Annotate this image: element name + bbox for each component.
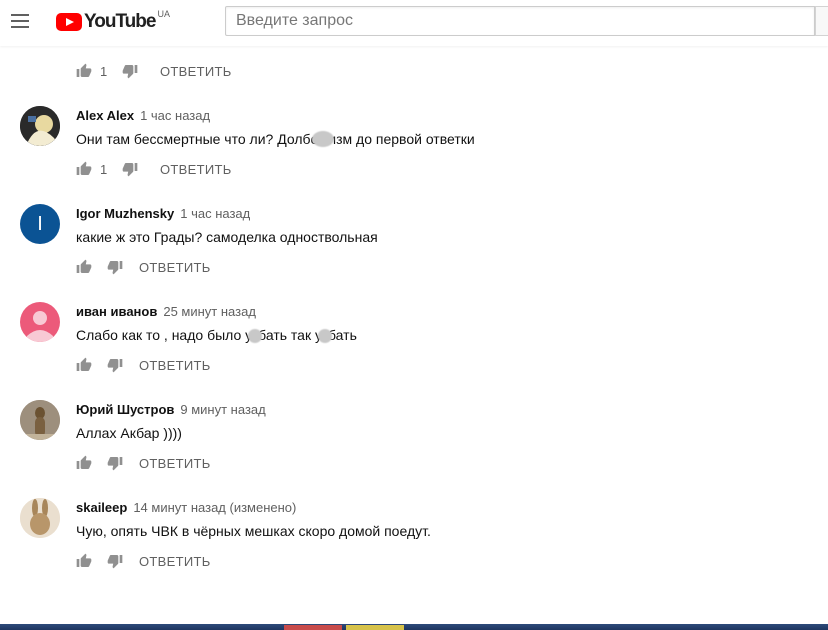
comment-time[interactable]: 1 час назад (140, 108, 210, 123)
comment-text-part: какие ж это Грады? самоделка одноствольн… (76, 229, 378, 245)
thumbs-up-icon[interactable] (76, 161, 92, 177)
avatar[interactable] (20, 106, 60, 146)
reply-button[interactable]: ОТВЕТИТЬ (139, 358, 211, 373)
rabbit-photo-avatar-icon (20, 498, 60, 538)
taskbar-item[interactable] (346, 625, 404, 630)
reply-button[interactable]: ОТВЕТИТЬ (160, 64, 232, 79)
comment-actions: 1 ОТВЕТИТЬ (76, 61, 232, 81)
comment-time[interactable]: 1 час назад (180, 206, 250, 221)
comment-text-part: бать (327, 327, 357, 343)
comment-actions: ОТВЕТИТЬ (76, 355, 211, 375)
thumbs-down-icon[interactable] (107, 553, 123, 569)
hamburger-menu-icon[interactable] (11, 14, 29, 28)
reply-button[interactable]: ОТВЕТИТЬ (139, 554, 211, 569)
comment-text-part: Аллах Акбар )))) (76, 425, 182, 441)
thumbs-up-icon[interactable] (76, 357, 92, 373)
youtube-logo[interactable]: YouTube UA (56, 9, 170, 34)
thumbs-up-icon[interactable] (76, 455, 92, 471)
avatar[interactable] (20, 302, 60, 342)
comment-actions: 1 ОТВЕТИТЬ (76, 159, 232, 179)
thumbs-up-icon[interactable] (76, 259, 92, 275)
comment-text-part: изм до первой ответки (328, 131, 475, 147)
thumbs-down-icon[interactable] (107, 259, 123, 275)
meerkat-photo-avatar-icon (20, 400, 60, 440)
os-taskbar (0, 624, 828, 630)
avatar[interactable] (20, 498, 60, 538)
comment-actions: ОТВЕТИТЬ (76, 257, 211, 277)
thumbs-down-icon[interactable] (107, 357, 123, 373)
author-name[interactable]: иван иванов (76, 304, 157, 319)
reply-button[interactable]: ОТВЕТИТЬ (139, 456, 211, 471)
comment-header: Igor Muzhensky 1 час назад (76, 206, 250, 221)
comment-text-part: Слабо как то , надо было у (76, 327, 253, 343)
comment-text: Они там бессмертные что ли? Долбо изм до … (76, 131, 475, 147)
comment-text-part: Чую, опять ЧВК в чёрных мешках скоро дом… (76, 523, 431, 539)
reply-button[interactable]: ОТВЕТИТЬ (139, 260, 211, 275)
comment-text: Слабо как то , надо было у бать так у бать (76, 327, 357, 343)
thumbs-down-icon[interactable] (122, 161, 138, 177)
like-count: 1 (100, 161, 108, 177)
avatar-letter: I (37, 212, 43, 235)
taskbar-item[interactable] (284, 625, 342, 630)
comment-time[interactable]: 9 минут назад (180, 402, 265, 417)
play-logo-icon (56, 13, 82, 31)
reply-button[interactable]: ОТВЕТИТЬ (160, 162, 232, 177)
comment-header: иван иванов 25 минут назад (76, 304, 256, 319)
photo-avatar-icon (20, 106, 60, 146)
thumbs-up-icon[interactable] (76, 63, 92, 79)
comment-header: Юрий Шустров 9 минут назад (76, 402, 266, 417)
comment-text-part: бать так у (258, 327, 322, 343)
avatar[interactable]: I (20, 204, 60, 244)
comment-text: Чую, опять ЧВК в чёрных мешках скоро дом… (76, 523, 431, 539)
search-input[interactable] (225, 6, 815, 36)
comment-actions: ОТВЕТИТЬ (76, 453, 211, 473)
censor-blur (317, 329, 332, 343)
comment-time[interactable]: 25 минут назад (163, 304, 256, 319)
like-count: 1 (100, 63, 108, 79)
default-user-icon (27, 311, 53, 342)
comment-header: skaileep 14 минут назад (изменено) (76, 500, 296, 515)
comment-text-part: Они там бессмертные что ли? Долбо (76, 131, 319, 147)
masthead: YouTube UA (0, 0, 828, 46)
comment-header: Alex Alex 1 час назад (76, 108, 210, 123)
thumbs-up-icon[interactable] (76, 553, 92, 569)
thumbs-down-icon[interactable] (107, 455, 123, 471)
logo-text: YouTube (84, 11, 156, 32)
author-name[interactable]: Юрий Шустров (76, 402, 174, 417)
avatar[interactable] (20, 400, 60, 440)
thumbs-down-icon[interactable] (122, 63, 138, 79)
comment-actions: ОТВЕТИТЬ (76, 551, 211, 571)
author-name[interactable]: Igor Muzhensky (76, 206, 174, 221)
search-button[interactable] (815, 6, 828, 36)
comment-time[interactable]: 14 минут назад (изменено) (133, 500, 296, 515)
author-name[interactable]: Alex Alex (76, 108, 134, 123)
comment-text: какие ж это Грады? самоделка одноствольн… (76, 229, 378, 245)
logo-country-code: UA (157, 9, 170, 19)
comment-text: Аллах Акбар )))) (76, 425, 182, 441)
author-name[interactable]: skaileep (76, 500, 127, 515)
